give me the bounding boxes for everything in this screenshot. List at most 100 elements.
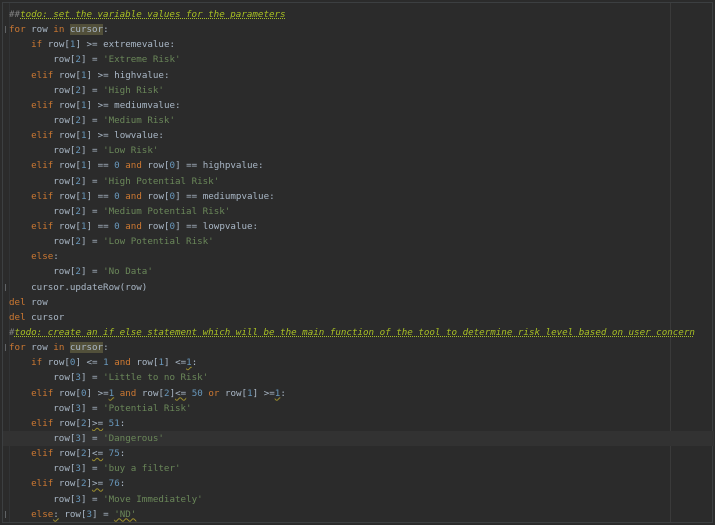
code-line[interactable]: row[3] = 'Move Immediately'	[3, 492, 714, 507]
code-line[interactable]: elif row[1] == 0 and row[0] == lowpvalue…	[3, 219, 714, 234]
code-token: row[	[58, 448, 81, 460]
code-token: row[	[58, 160, 81, 172]
code-text: row[2] = 'Extreme Risk'	[9, 52, 180, 67]
code-line[interactable]: elif row[1] >= lowvalue:	[3, 128, 714, 143]
code-token: and	[114, 357, 137, 369]
code-line[interactable]: row[2] = 'Medium Potential Risk'	[3, 204, 714, 219]
code-text: elif row[1] == 0 and row[0] == mediumpva…	[9, 189, 275, 204]
code-token: cursor	[69, 24, 104, 36]
code-text: row[2] = 'High Risk'	[9, 83, 164, 98]
code-token: row[	[141, 387, 165, 399]
code-line[interactable]: cursor.updateRow(row)	[3, 280, 714, 295]
code-text: row[3] = 'Little to no Risk'	[9, 370, 208, 385]
code-line[interactable]: row[3] = 'Potential Risk'	[3, 401, 714, 416]
code-line[interactable]: if row[1] >= extremevalue:	[3, 37, 714, 52]
code-token: row[	[9, 432, 76, 444]
code-text: elif row[2]<= 75:	[9, 446, 125, 461]
code-token: row[	[147, 190, 170, 202]
code-line[interactable]: del cursor	[3, 310, 714, 325]
code-token: ##	[9, 9, 21, 20]
code-token: ] >= extremevalue:	[75, 39, 176, 51]
code-token: in	[53, 24, 70, 36]
code-token: row[	[58, 69, 81, 81]
code-token: ] >= mediumvalue:	[86, 99, 181, 111]
code-token: ] =	[80, 236, 104, 248]
code-line[interactable]: elif row[2]<= 75:	[3, 446, 714, 461]
code-line[interactable]: for row in cursor:	[3, 22, 714, 37]
code-token: elif	[31, 220, 59, 232]
code-token: ] >=	[252, 387, 275, 399]
code-text: elif row[1] >= mediumvalue:	[9, 98, 181, 113]
code-token: row[	[9, 84, 76, 96]
code-token: :	[103, 342, 109, 354]
code-token: 'Dangerous'	[103, 432, 164, 444]
code-token: row[	[147, 160, 170, 172]
code-token: 50	[191, 387, 209, 399]
code-line[interactable]: row[2] = 'Low Potential Risk'	[3, 234, 714, 249]
code-token: 'High Potential Risk'	[103, 175, 220, 187]
code-text: if row[1] >= extremevalue:	[9, 37, 175, 52]
code-token: ] >= lowvalue:	[86, 130, 164, 142]
code-token: row	[31, 342, 54, 354]
code-token: 'Medium Potential Risk'	[103, 205, 231, 217]
code-line[interactable]: del row	[3, 295, 714, 310]
code-token: row[	[58, 220, 81, 232]
code-token: row	[31, 296, 48, 308]
code-token: ] =	[80, 372, 104, 384]
code-token: ] =	[80, 114, 104, 126]
code-token: row[	[47, 357, 70, 369]
code-token: row[	[58, 508, 87, 520]
code-token: row[	[9, 114, 76, 126]
code-token: row[	[9, 266, 76, 278]
code-line[interactable]: row[2] = 'Low Risk'	[3, 143, 714, 158]
code-token: 75	[108, 448, 120, 460]
code-line[interactable]: elif row[2]>= 51:	[3, 416, 714, 431]
code-line[interactable]: elif row[1] >= mediumvalue:	[3, 98, 714, 113]
code-text: del row	[9, 295, 48, 310]
code-token: if	[31, 39, 48, 51]
code-line[interactable]: elif row[1] >= highvalue:	[3, 68, 714, 83]
code-line[interactable]: elif row[1] == 0 and row[0] == mediumpva…	[3, 189, 714, 204]
code-token: ] ==	[86, 220, 115, 232]
code-line[interactable]: row[3] = 'buy a filter'	[3, 461, 714, 476]
code-line[interactable]: for row in cursor:	[3, 340, 714, 355]
code-text: row[2] = 'No Data'	[9, 264, 153, 279]
code-token: row[	[9, 54, 76, 66]
code-token: else	[31, 508, 54, 520]
code-text: row[3] = 'Move Immediately'	[9, 492, 202, 507]
code-line[interactable]: ##todo: set the variable values for the …	[3, 7, 714, 22]
code-line[interactable]: elif row[2]>= 76:	[3, 476, 714, 491]
code-token: ] =	[80, 266, 104, 278]
code-line[interactable]: if row[0] <= 1 and row[1] <=1:	[3, 355, 714, 370]
code-text: #todo: create an if else statement which…	[9, 325, 695, 340]
code-token: :	[53, 251, 59, 263]
code-line[interactable]: row[2] = 'High Potential Risk'	[3, 174, 714, 189]
code-line[interactable]: elif row[1] == 0 and row[0] == highpvalu…	[3, 158, 714, 173]
code-token: 0	[114, 160, 126, 172]
code-area[interactable]: ##todo: set the variable values for the …	[3, 7, 714, 522]
code-line[interactable]: #todo: create an if else statement which…	[3, 325, 714, 340]
code-line[interactable]: row[2] = 'Extreme Risk'	[3, 52, 714, 67]
code-line[interactable]: elif row[0] >=1 and row[2]<= 50 or row[1…	[3, 386, 714, 401]
code-token: ] =	[92, 508, 115, 520]
code-line[interactable]: row[2] = 'Medium Risk'	[3, 113, 714, 128]
code-text: if row[0] <= 1 and row[1] <=1:	[9, 355, 197, 370]
code-text: for row in cursor:	[9, 340, 109, 355]
code-token: for	[9, 342, 32, 354]
code-line[interactable]: else:	[3, 249, 714, 264]
code-token: if	[31, 357, 48, 369]
code-line[interactable]: else: row[3] = 'ND'	[3, 507, 714, 522]
code-token: ] =	[80, 205, 104, 217]
code-token: ] <=	[75, 357, 104, 369]
code-editor[interactable]: ##todo: set the variable values for the …	[2, 2, 714, 523]
code-line[interactable]: row[2] = 'High Risk'	[3, 83, 714, 98]
code-token: row[	[9, 145, 76, 157]
code-line[interactable]: row[3] = 'Little to no Risk'	[3, 370, 714, 385]
code-line[interactable]: row[2] = 'No Data'	[3, 264, 714, 279]
code-line[interactable]: row[3] = 'Dangerous'	[3, 430, 714, 447]
